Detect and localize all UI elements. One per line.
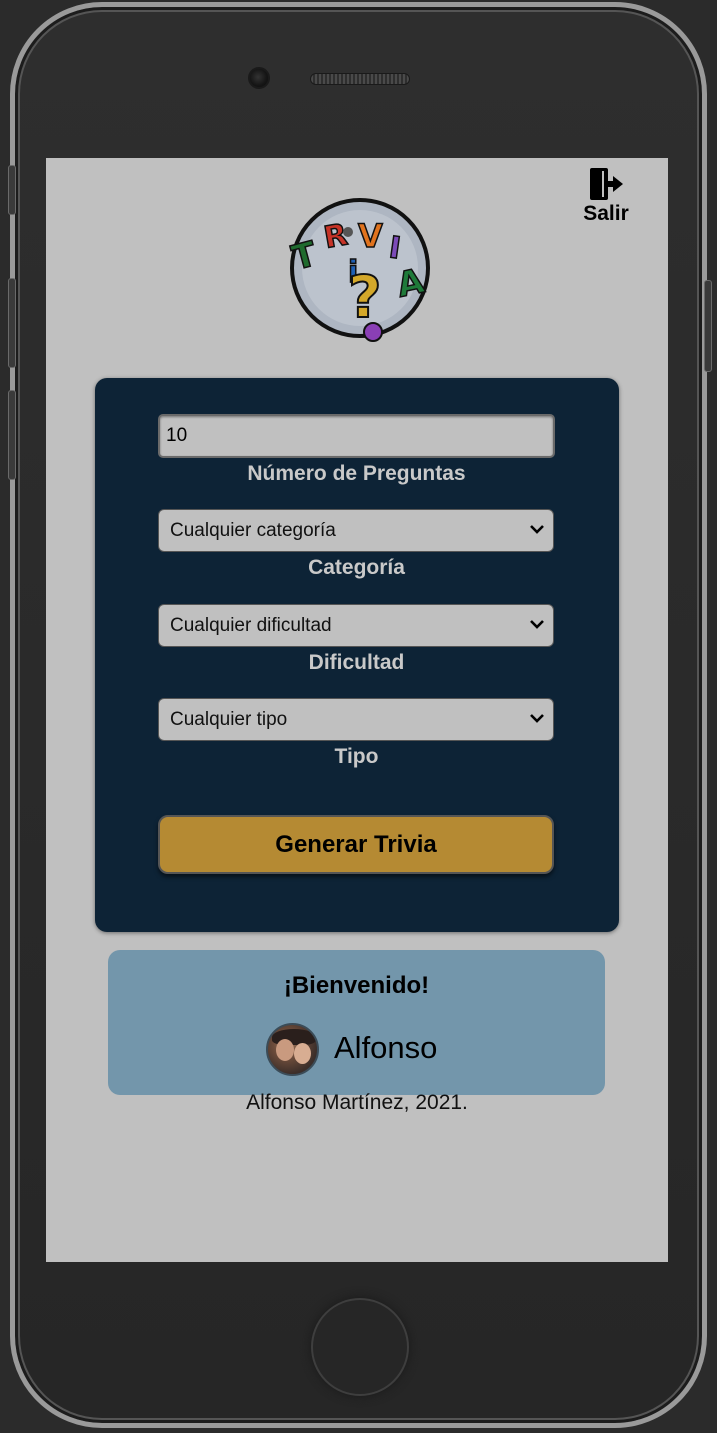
difficulty-selected-value: Cualquier dificultad <box>170 615 332 636</box>
svg-text:?: ? <box>348 263 382 331</box>
home-button[interactable] <box>311 1298 409 1396</box>
difficulty-select[interactable]: Cualquier dificultad <box>158 604 554 647</box>
chevron-down-icon <box>530 714 544 723</box>
user-name: Alfonso <box>334 1030 438 1065</box>
logout-label: Salir <box>583 202 629 225</box>
difficulty-label: Dificultad <box>308 651 405 674</box>
chevron-down-icon <box>530 525 544 534</box>
type-label: Tipo <box>334 745 379 768</box>
earpiece-speaker <box>310 73 410 85</box>
front-camera <box>248 67 270 89</box>
footer-credit: Alfonso Martínez, 2021. <box>246 1091 468 1114</box>
category-select[interactable]: Cualquier categoría <box>158 509 554 552</box>
category-selected-value: Cualquier categoría <box>170 520 336 541</box>
trivia-form-panel: Número de Preguntas Cualquier categoría … <box>95 378 619 932</box>
avatar <box>266 1023 319 1076</box>
trivia-logo: T R i V I A ? <box>287 198 430 342</box>
side-button-mute <box>8 165 16 215</box>
difficulty-field: Cualquier dificultad Dificultad <box>158 604 555 675</box>
type-select[interactable]: Cualquier tipo <box>158 698 554 741</box>
category-label: Categoría <box>308 556 405 579</box>
exit-door-icon <box>590 168 623 200</box>
category-field: Cualquier categoría Categoría <box>158 509 555 580</box>
side-button-power <box>704 280 712 372</box>
side-button-volume-down <box>8 390 16 480</box>
side-button-volume-up <box>8 278 16 368</box>
svg-text:V: V <box>358 217 383 255</box>
welcome-card: ¡Bienvenido! Alfonso <box>108 950 605 1095</box>
question-count-label: Número de Preguntas <box>247 462 466 485</box>
type-field: Cualquier tipo Tipo <box>158 698 555 769</box>
app-screen: Salir T R i V I A ? Número de Preguntas … <box>46 158 668 1262</box>
logout-button[interactable]: Salir <box>576 166 636 226</box>
type-selected-value: Cualquier tipo <box>170 709 288 730</box>
question-count-field: Número de Preguntas <box>158 414 555 486</box>
question-count-input[interactable] <box>158 414 555 458</box>
chevron-down-icon <box>530 620 544 629</box>
generate-trivia-button[interactable]: Generar Trivia <box>158 815 554 874</box>
welcome-title: ¡Bienvenido! <box>283 972 430 999</box>
